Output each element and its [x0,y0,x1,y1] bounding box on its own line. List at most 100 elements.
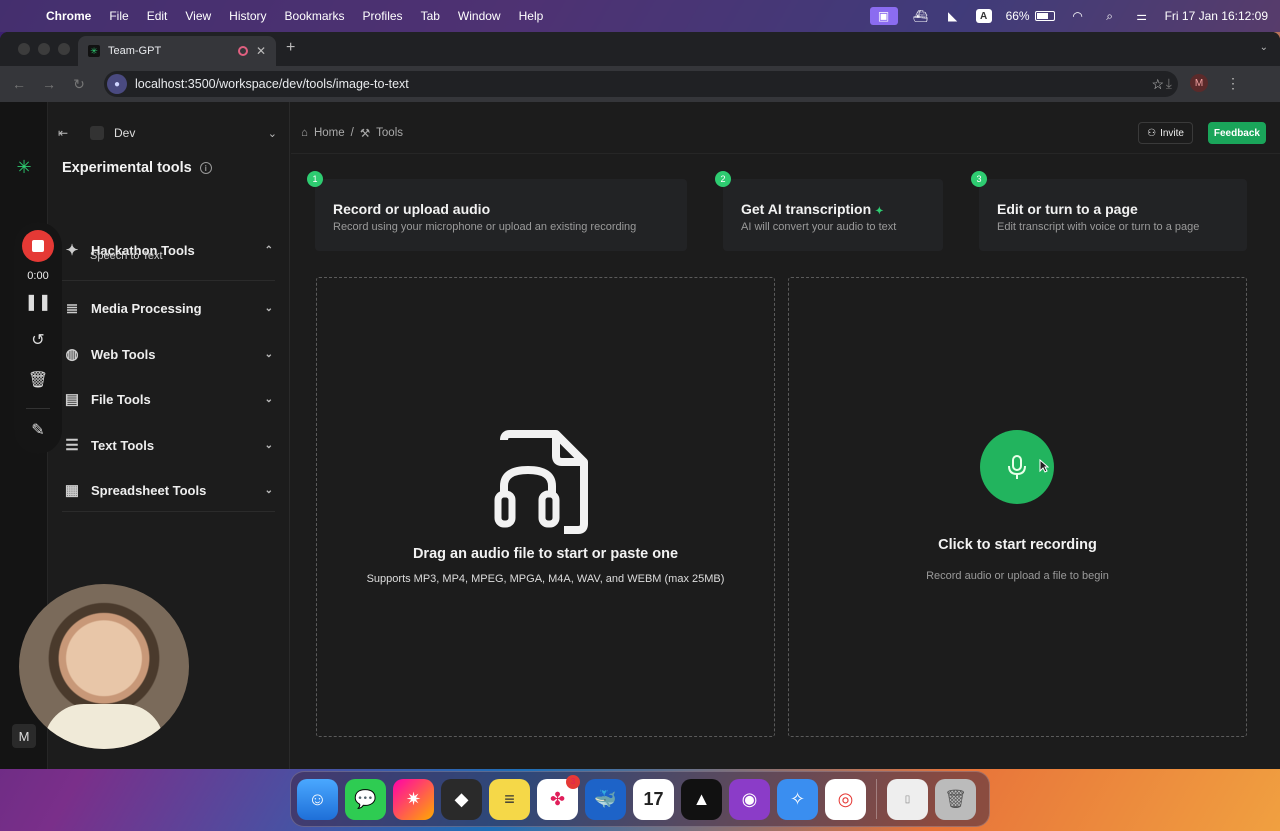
menubar-datetime[interactable]: Fri 17 Jan 16:12:09 [1165,9,1268,23]
file-icon: ▤ [64,391,80,408]
divider [62,511,275,512]
tool-speech-to-text[interactable]: Speech to Text [90,250,163,262]
step-desc: Edit transcript with voice or turn to a … [997,221,1200,233]
slack-icon[interactable]: ✤ 3 [537,774,580,820]
globe-icon: ◍ [65,346,79,363]
notes-icon[interactable]: ≡ [489,778,530,820]
breadcrumb-tools[interactable]: Tools [376,127,403,139]
category-label: Web Tools [91,346,156,362]
workspace-icon [90,126,104,140]
maximize-window-button[interactable] [58,43,70,55]
menu-view[interactable]: View [185,9,211,23]
menu-app-name[interactable]: Chrome [46,9,91,23]
url-text[interactable]: localhost:3500/workspace/dev/tools/image… [135,77,409,91]
trash-bin-icon[interactable]: 🗑 [935,778,976,820]
audio-dropzone[interactable]: Drag an audio file to start or paste one… [316,277,775,737]
invite-label: Invite [1160,127,1184,139]
close-tab-icon[interactable]: ✕ [256,44,266,58]
feed-icon[interactable]: ◣ [944,9,962,23]
divider [62,280,275,281]
menu-profiles[interactable]: Profiles [363,9,403,23]
menu-help[interactable]: Help [519,9,544,23]
cursor-app-icon[interactable]: ◆ [441,778,482,820]
collapse-sidebar-icon[interactable]: ⇤ [58,126,76,140]
category-text-tools[interactable]: ☰ Text Tools ⌄ [62,431,275,459]
menu-edit[interactable]: Edit [147,9,168,23]
step-number: 3 [971,171,987,187]
text-icon: ☰ [65,437,79,454]
content-header: ⌂ Home / ⚒ Tools ⚇ Invite Feedback [291,102,1280,154]
chrome-icon[interactable]: ◎ [825,778,866,820]
messages-icon[interactable]: 💬 [345,778,386,820]
step-number: 1 [307,171,323,187]
mic-permission-icon[interactable]: ● [107,74,127,94]
forward-arrow-icon[interactable]: → [34,76,64,92]
download-icon[interactable]: ⤓ [1166,75,1172,92]
team-gpt-logo-icon[interactable]: ✳ [14,157,34,177]
input-source-icon[interactable]: A [975,9,992,23]
address-toolbar: ← → ↻ ● localhost:3500/workspace/dev/too… [0,66,1280,102]
docker-icon[interactable]: ⛴ [912,9,930,23]
pencil-icon[interactable]: ✎ [14,420,62,440]
recording-timer: 0:00 [27,270,49,282]
category-label: Text Tools [91,437,155,453]
restart-icon[interactable]: ↺ [14,330,62,350]
bookmark-star-icon[interactable]: ☆ [1151,76,1164,93]
address-bar[interactable]: ● localhost:3500/workspace/dev/tools/ima… [104,71,1178,97]
invite-button[interactable]: ⚇ Invite [1138,122,1193,144]
category-spreadsheet-tools[interactable]: ▦ Spreadsheet Tools ⌄ [62,476,275,504]
info-icon[interactable]: i [199,162,212,174]
breadcrumb-home[interactable]: Home [314,127,345,139]
battery-percent: 66% [1005,9,1030,23]
github-desktop-icon[interactable]: ◉ [729,778,770,820]
docker-app-icon[interactable]: 🐳 [585,778,626,820]
browser-tab-active[interactable]: ✳ Team-GPT ✕ [78,36,276,66]
menu-window[interactable]: Window [458,9,501,23]
control-center-icon[interactable]: ⚌ [1133,9,1151,23]
more-menu-icon[interactable]: ⋮ [1226,75,1240,92]
safari-icon[interactable]: ✧ [777,778,818,820]
user-avatar[interactable]: M [12,724,36,748]
new-tab-button[interactable]: + [286,39,295,57]
category-web-tools[interactable]: ◍ Web Tools ⌄ [62,340,275,368]
chevron-up-icon: ⌃ [264,244,273,256]
menu-tab[interactable]: Tab [421,9,440,23]
tools-icon[interactable]: ⚒ [360,126,370,140]
workspace-switcher[interactable]: ⇤ Dev ⌄ [58,124,277,142]
minimize-window-button[interactable] [38,43,50,55]
chevron-down-icon: ⌄ [267,127,277,140]
search-icon[interactable]: ⌕ [1101,9,1119,23]
pause-icon[interactable]: ❚❚ [14,292,62,312]
profile-avatar[interactable]: M [1190,74,1208,92]
tab-search-chevron-icon[interactable]: ⌄ [1260,42,1268,53]
trash-icon[interactable]: 🗑 [14,370,62,390]
text-file-icon[interactable]: ▯ [887,778,928,820]
affinity-icon[interactable]: ✷ [393,778,434,820]
screen-recorder-toolbar: 0:00 ❚❚ ↺ 🗑 ✎ [14,222,62,454]
feedback-button[interactable]: Feedback [1207,122,1266,144]
menu-bookmarks[interactable]: Bookmarks [285,9,345,23]
back-arrow-icon[interactable]: ← [4,76,34,92]
category-media-processing[interactable]: ≣ Media Processing ⌄ [62,294,275,322]
table-icon: ▦ [64,482,80,499]
battery-status[interactable]: 66% [1006,9,1055,23]
category-label: File Tools [91,391,151,407]
category-file-tools[interactable]: ▤ File Tools ⌄ [62,385,275,413]
microphone-icon [1008,455,1026,479]
wifi-icon[interactable]: ◠ [1069,9,1087,23]
sidebar-title: Experimental tools i [62,160,212,176]
terminal-icon[interactable]: ▲ [681,778,722,820]
stop-icon [32,240,44,252]
finder-icon[interactable]: ☺ [297,778,338,820]
browser-window: ✳ Team-GPT ✕ + ⌄ ← → ↻ ● localhost:3500/… [0,32,1280,769]
stop-recording-button[interactable] [22,230,54,262]
home-icon[interactable]: ⌂ [301,127,308,139]
screen-record-icon[interactable]: ▣ [869,7,898,25]
webcam-bubble[interactable] [19,584,189,749]
menu-file[interactable]: File [109,9,128,23]
calendar-icon[interactable]: 17 [633,778,674,820]
webcam-figure [44,704,164,749]
close-window-button[interactable] [18,43,30,55]
reload-icon[interactable]: ↻ [64,76,94,93]
menu-history[interactable]: History [229,9,266,23]
